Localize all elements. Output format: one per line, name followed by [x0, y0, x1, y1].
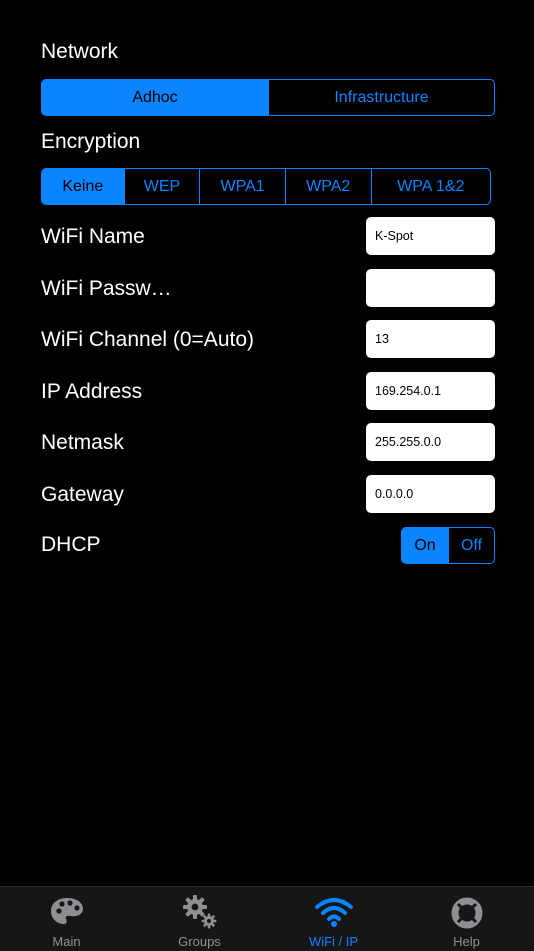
tab-groups[interactable]: Groups — [133, 887, 266, 951]
tab-help-label: Help — [453, 934, 480, 949]
tab-wifi-ip-label: WiFi / IP — [308, 934, 359, 949]
lifebuoy-icon — [450, 896, 484, 935]
encryption-option-wpa12[interactable]: WPA 1&2 — [370, 169, 490, 204]
wifi-password-label: WiFi Passw… — [41, 277, 172, 300]
ip-address-label: IP Address — [41, 380, 143, 403]
gateway-field[interactable]: 0.0.0.0 — [366, 475, 495, 513]
encryption-option-wpa1[interactable]: WPA1 — [199, 169, 285, 204]
gears-icon — [182, 894, 218, 935]
network-option-infrastructure[interactable]: Infrastructure — [268, 80, 494, 115]
tab-help[interactable]: Help — [400, 887, 533, 951]
wifi-icon — [314, 896, 354, 933]
palette-icon — [50, 896, 84, 931]
wifi-channel-label: WiFi Channel (0=Auto) — [41, 328, 255, 351]
tab-groups-label: Groups — [178, 934, 221, 949]
wifi-password-field[interactable] — [366, 269, 495, 307]
network-segmented-control: Adhoc Infrastructure — [41, 79, 495, 116]
dhcp-label: DHCP — [41, 533, 101, 556]
netmask-label: Netmask — [41, 431, 124, 454]
wifi-channel-field[interactable]: 13 — [366, 320, 495, 358]
tab-main-label: Main — [52, 934, 81, 949]
tab-bar: Main Groups WiFi / IP Help — [0, 886, 534, 951]
encryption-option-keine[interactable]: Keine — [42, 169, 124, 204]
dhcp-option-off[interactable]: Off — [447, 528, 494, 563]
dhcp-option-on[interactable]: On — [402, 528, 448, 563]
tab-wifi-ip[interactable]: WiFi / IP — [267, 887, 400, 951]
dhcp-segmented-control: On Off — [401, 527, 495, 564]
netmask-field[interactable]: 255.255.0.0 — [366, 423, 495, 461]
wifi-name-field[interactable]: K-Spot — [366, 217, 495, 255]
encryption-option-wpa2[interactable]: WPA2 — [284, 169, 371, 204]
encryption-label: Encryption — [41, 130, 141, 153]
ip-address-field[interactable]: 169.254.0.1 — [366, 372, 495, 410]
wifi-name-label: WiFi Name — [41, 225, 145, 248]
encryption-option-wep[interactable]: WEP — [123, 169, 200, 204]
gateway-label: Gateway — [41, 483, 124, 506]
network-label: Network — [41, 40, 119, 63]
tab-main[interactable]: Main — [0, 887, 133, 951]
network-option-adhoc[interactable]: Adhoc — [42, 80, 268, 115]
encryption-segmented-control: Keine WEP WPA1 WPA2 WPA 1&2 — [41, 168, 491, 205]
